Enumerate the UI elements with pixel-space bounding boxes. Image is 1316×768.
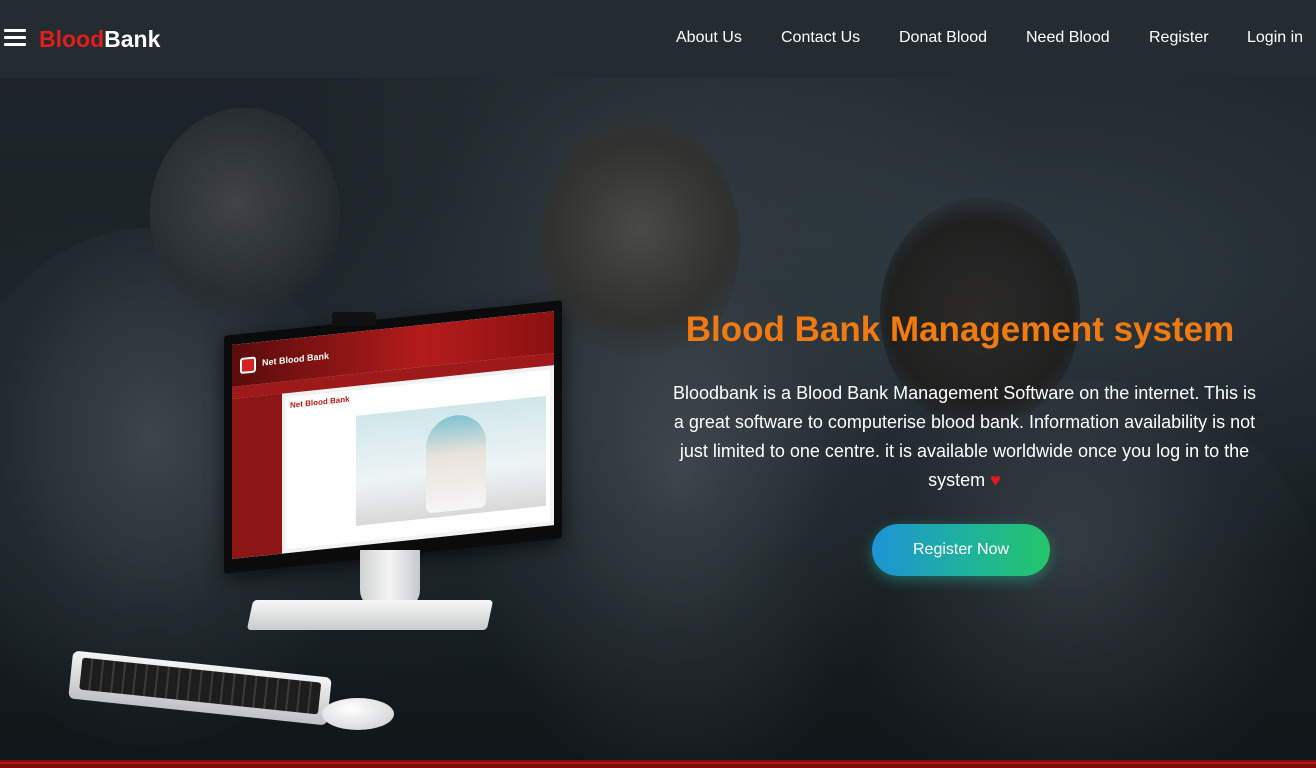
nav-contact-us[interactable]: Contact Us	[781, 29, 860, 47]
mouse-illustration	[322, 698, 394, 730]
bottom-accent-bar	[0, 760, 1316, 768]
top-navbar: BloodBank About Us Contact Us Donat Bloo…	[0, 0, 1316, 78]
monitor-base	[246, 600, 494, 630]
screen-banner-title: Net Blood Bank	[290, 394, 350, 410]
nav-register[interactable]: Register	[1149, 29, 1209, 47]
screen-cross-logo-icon	[240, 356, 256, 375]
screen-main: Net Blood Bank	[286, 369, 550, 550]
register-now-button[interactable]: Register Now	[872, 524, 1050, 576]
screen-title: Net Blood Bank	[262, 350, 330, 368]
monitor-screen: Net Blood Bank Net Blood Bank	[224, 300, 562, 574]
brand-part-blood: Blood	[39, 26, 105, 52]
screen-doctor-figure	[426, 412, 486, 514]
hero-description-text: Bloodbank is a Blood Bank Management Sof…	[672, 383, 1256, 490]
monitor-display: Net Blood Bank Net Blood Bank	[232, 311, 554, 559]
brand-logo[interactable]: BloodBank	[39, 26, 160, 53]
nav-need-blood[interactable]: Need Blood	[1026, 29, 1110, 47]
hamburger-menu-icon[interactable]	[4, 29, 26, 47]
hero-description: Bloodbank is a Blood Bank Management Sof…	[672, 379, 1257, 495]
heart-icon: ♥	[990, 470, 1001, 490]
hero-section: Net Blood Bank Net Blood Bank Blood Bank…	[0, 78, 1316, 760]
hero-title: Blood Bank Management system	[685, 310, 1235, 349]
screen-sidebar	[232, 393, 282, 559]
webcam-icon	[332, 312, 376, 326]
screen-lab-photo	[356, 395, 546, 526]
brand-part-bank: Bank	[104, 26, 161, 52]
nav-donate-blood[interactable]: Donat Blood	[899, 29, 987, 47]
computer-illustration: Net Blood Bank Net Blood Bank	[60, 296, 580, 730]
nav-login[interactable]: Login in	[1247, 29, 1303, 47]
nav-about-us[interactable]: About Us	[676, 29, 742, 47]
